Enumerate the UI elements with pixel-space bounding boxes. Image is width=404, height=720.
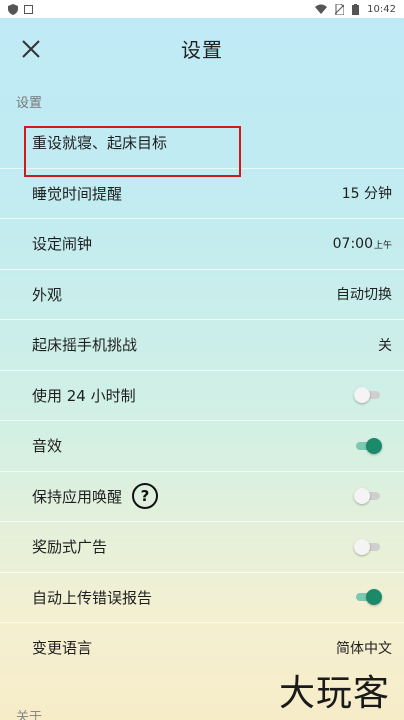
setting-24h-format[interactable]: 使用 24 小时制 bbox=[0, 369, 404, 421]
setting-label: 奖励式广告 bbox=[32, 538, 108, 557]
setting-alarm[interactable]: 设定闹钟 07:00上午 bbox=[0, 218, 404, 269]
toggle-knob bbox=[354, 538, 370, 555]
setting-appearance[interactable]: 外观 自动切换 bbox=[0, 268, 404, 320]
status-left-icons bbox=[8, 3, 33, 15]
alarm-time: 07:00 bbox=[332, 235, 373, 252]
page-title: 设置 bbox=[181, 37, 223, 62]
toggle-knob bbox=[354, 488, 370, 505]
toggle-switch[interactable] bbox=[354, 538, 382, 555]
setting-value: 简体中文 bbox=[336, 640, 392, 657]
setting-upload-reports[interactable]: 自动上传错误报告 bbox=[0, 571, 404, 623]
watermark-logo: 大玩客 bbox=[278, 673, 390, 714]
toggle-knob bbox=[366, 589, 382, 606]
battery-icon bbox=[352, 3, 360, 15]
toggle-knob bbox=[366, 437, 382, 454]
shield-icon bbox=[8, 3, 18, 15]
section-header-about: 关于 bbox=[16, 710, 43, 720]
setting-label: 重设就寝、起床目标 bbox=[32, 133, 168, 152]
setting-sleep-reminder[interactable]: 睡觉时间提醒 15 分钟 bbox=[0, 167, 404, 219]
setting-reward-ads[interactable]: 奖励式广告 bbox=[0, 521, 404, 572]
square-icon bbox=[24, 4, 33, 14]
setting-label: 使用 24 小时制 bbox=[32, 386, 136, 405]
setting-value: 15 分钟 bbox=[341, 186, 392, 203]
status-bar: 10:42 bbox=[0, 0, 404, 18]
setting-sound[interactable]: 音效 bbox=[0, 420, 404, 471]
setting-value: 自动切换 bbox=[336, 287, 392, 304]
alarm-ampm: 上午 bbox=[373, 240, 392, 251]
setting-label: 变更语言 bbox=[32, 639, 93, 658]
status-right-icons: 10:42 bbox=[315, 3, 396, 15]
setting-label: 外观 bbox=[32, 285, 63, 304]
toggle-switch[interactable] bbox=[354, 589, 382, 606]
setting-label: 设定闹钟 bbox=[32, 235, 93, 254]
help-icon[interactable]: ? bbox=[132, 483, 159, 510]
setting-label: 音效 bbox=[32, 437, 63, 456]
setting-label: 起床摇手机挑战 bbox=[32, 336, 138, 355]
section-header: 设置 bbox=[16, 96, 43, 111]
alarm-time-value: 07:00上午 bbox=[333, 236, 392, 252]
app-bar: 设置 bbox=[0, 18, 404, 78]
setting-value: 关 bbox=[378, 337, 392, 354]
setting-label: 睡觉时间提醒 bbox=[32, 184, 123, 203]
setting-label: 自动上传错误报告 bbox=[32, 588, 153, 607]
close-icon bbox=[22, 40, 40, 62]
status-time: 10:42 bbox=[367, 3, 396, 15]
setting-keep-awake[interactable]: 保持应用唤醒 ? bbox=[0, 470, 404, 522]
toggle-knob bbox=[354, 387, 370, 404]
setting-label-wrap: 保持应用唤醒 ? bbox=[32, 483, 159, 510]
no-sim-icon bbox=[335, 3, 345, 15]
setting-shake-challenge[interactable]: 起床摇手机挑战 关 bbox=[0, 319, 404, 370]
settings-list: 重设就寝、起床目标 睡觉时间提醒 15 分钟 设定闹钟 07:00上午 外观 自… bbox=[0, 117, 404, 673]
close-button[interactable] bbox=[18, 38, 44, 64]
setting-reset-goals[interactable]: 重设就寝、起床目标 bbox=[0, 117, 404, 168]
setting-label: 保持应用唤醒 bbox=[32, 487, 123, 506]
toggle-switch[interactable] bbox=[354, 387, 382, 404]
toggle-switch[interactable] bbox=[354, 488, 382, 505]
toggle-switch[interactable] bbox=[354, 437, 382, 454]
wifi-icon bbox=[315, 4, 328, 14]
